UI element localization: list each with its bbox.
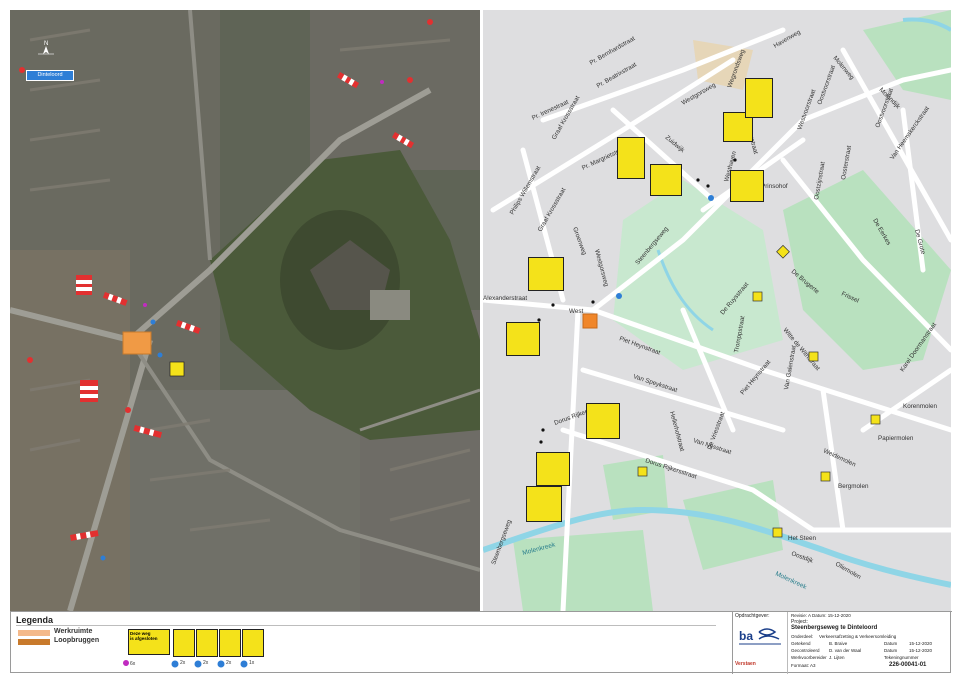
street-map[interactable]: Havenweg Wegrondsweg Molenweg Pr. Bernha… xyxy=(483,10,951,611)
row-value: B. Braive xyxy=(829,641,848,646)
row-value: D. van der Waal xyxy=(829,648,862,653)
aerial-photo xyxy=(10,10,480,611)
legend-swatch-loopbruggen xyxy=(18,639,50,645)
work-area xyxy=(122,331,152,355)
title-block: Opdrachtgever: ba Verstaen Revisie: A Da… xyxy=(732,611,952,674)
legend-count: 2x xyxy=(226,660,232,666)
datum-value: 15-12-2020 xyxy=(909,648,933,653)
legend-sign xyxy=(173,629,195,657)
legend-sign xyxy=(242,629,264,657)
company-name: Verstaen xyxy=(735,661,756,667)
legend-sign xyxy=(196,629,218,657)
row-label: Getekend xyxy=(791,641,811,646)
row-label: Onderdeel: xyxy=(791,634,814,639)
svg-text:ba: ba xyxy=(739,629,753,643)
datum-label: Datum xyxy=(884,648,898,653)
datum-label: Datum xyxy=(884,641,898,646)
compass-letter: N xyxy=(44,41,48,47)
legend-count: 1x xyxy=(249,660,255,666)
legend-label: Loopbruggen xyxy=(54,637,100,644)
legend-swatch-werkruimte xyxy=(18,630,50,636)
row-label: Gecontroleerd xyxy=(791,648,820,653)
row-label: Werkvoorbereider xyxy=(791,655,827,660)
aerial-sign xyxy=(169,361,185,377)
legend-sign xyxy=(219,629,241,657)
legend: Legenda Werkruimte Loopbruggen Deze weg … xyxy=(10,611,732,674)
client-box: Opdrachtgever: ba Verstaen xyxy=(733,612,788,674)
legend-count: 2x xyxy=(203,660,209,666)
drawing-number: 226-00041-01 xyxy=(889,662,927,668)
legend-dot-icon xyxy=(123,660,129,666)
format-text: Formaat: A3 xyxy=(791,663,816,668)
client-label: Opdrachtgever: xyxy=(735,613,770,619)
legend-count: 2x xyxy=(180,660,186,666)
project-info: Revisie: A Datum: 15-12-2020 Project: St… xyxy=(789,612,951,674)
project-name: Steenbergseweg te Dinteloord xyxy=(791,625,878,631)
client-logo-icon: ba xyxy=(739,628,781,645)
revision-text: Revisie: A Datum: 15-12-2020 xyxy=(791,613,851,618)
north-arrow-icon: N xyxy=(36,38,56,67)
small-signs xyxy=(637,244,881,538)
place-label: Dinteloord xyxy=(26,70,74,81)
row-value: Verkeersafzetting & Verkeersomleiding xyxy=(819,634,897,639)
legend-divider xyxy=(16,625,716,626)
drawing-number-label: Tekeningnummer xyxy=(884,655,919,660)
datum-value: 15-12-2020 xyxy=(909,641,933,646)
aerial-map[interactable]: N Dinteloord xyxy=(10,10,480,611)
legend-sign-closed: Deze weg is afgesloten xyxy=(128,629,170,655)
row-value: J. Lijten xyxy=(829,655,845,660)
legend-count: 6x xyxy=(130,661,136,667)
legend-label: Werkruimte xyxy=(54,628,93,635)
legend-title: Legenda xyxy=(16,615,54,625)
